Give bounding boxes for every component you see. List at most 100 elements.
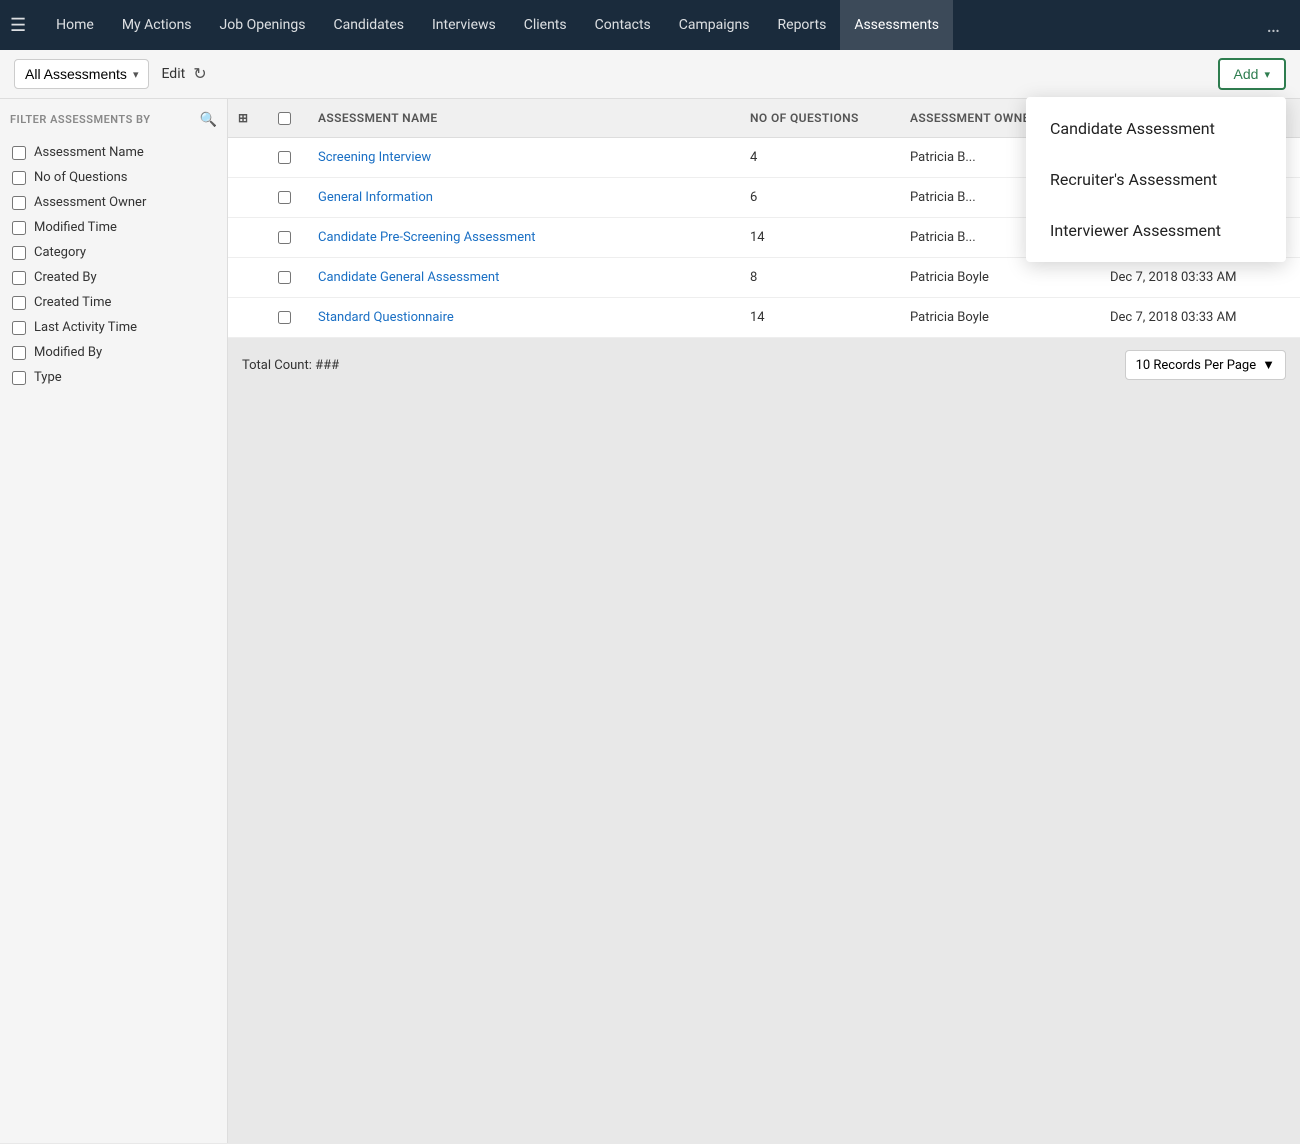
filter-assessment-owner[interactable]: Assessment Owner — [10, 190, 217, 215]
filter-assessment-owner-checkbox[interactable] — [12, 196, 26, 210]
nav-candidates[interactable]: Candidates — [319, 0, 418, 50]
row-name-1[interactable]: Screening Interview — [308, 138, 740, 177]
filter-last-activity-time-checkbox[interactable] — [12, 321, 26, 335]
nav-interviews[interactable]: Interviews — [418, 0, 510, 50]
sidebar: FILTER ASSESSMENTS BY 🔍 Assessment Name … — [0, 99, 228, 1143]
row-questions-1: 4 — [740, 138, 900, 177]
edit-link[interactable]: Edit — [161, 66, 185, 82]
filter-category[interactable]: Category — [10, 240, 217, 265]
add-candidate-assessment-item[interactable]: Candidate Assessment — [1026, 103, 1286, 154]
nav-more-button[interactable]: … — [1257, 13, 1290, 37]
add-button-chevron-icon — [1264, 68, 1270, 81]
nav-bar: ☰ Home My Actions Job Openings Candidate… — [0, 0, 1300, 50]
row-owner-5: Patricia Boyle — [900, 298, 1100, 337]
hamburger-icon[interactable]: ☰ — [10, 15, 26, 36]
nav-clients[interactable]: Clients — [510, 0, 581, 50]
row-checkbox-1[interactable] — [268, 138, 308, 177]
nav-job-openings[interactable]: Job Openings — [206, 0, 320, 50]
row-name-3[interactable]: Candidate Pre-Screening Assessment — [308, 218, 740, 257]
toolbar: All Assessments Edit ↻ Add — [0, 50, 1300, 99]
view-selector-label: All Assessments — [25, 66, 127, 82]
row-drag — [228, 178, 268, 217]
filter-modified-by-label: Modified By — [34, 345, 102, 360]
row-checkbox-4[interactable] — [268, 258, 308, 297]
add-dropdown-menu: Candidate Assessment Recruiter's Assessm… — [1026, 97, 1286, 262]
filter-created-by-checkbox[interactable] — [12, 271, 26, 285]
add-button-label: Add — [1234, 66, 1259, 82]
filter-created-by-label: Created By — [34, 270, 97, 285]
filter-modified-by-checkbox[interactable] — [12, 346, 26, 360]
filter-assessment-name-label: Assessment Name — [34, 145, 144, 160]
filter-assessment-name-checkbox[interactable] — [12, 146, 26, 160]
row-drag — [228, 298, 268, 337]
refresh-button[interactable]: ↻ — [193, 64, 206, 84]
select-all-checkbox[interactable] — [278, 112, 291, 125]
table-footer: Total Count: ### 10 Records Per Page ▼ — [228, 338, 1300, 392]
row-owner-4: Patricia Boyle — [900, 258, 1100, 297]
row-name-4[interactable]: Candidate General Assessment — [308, 258, 740, 297]
row-drag — [228, 258, 268, 297]
add-button[interactable]: Add — [1218, 58, 1286, 90]
filter-created-time[interactable]: Created Time — [10, 290, 217, 315]
row-name-5[interactable]: Standard Questionnaire — [308, 298, 740, 337]
row-modified-5: Dec 7, 2018 03:33 AM — [1100, 298, 1300, 337]
row-checkbox-3[interactable] — [268, 218, 308, 257]
row-questions-4: 8 — [740, 258, 900, 297]
th-assessment-name-label: ASSESSMENT NAME — [318, 111, 438, 125]
nav-assessments[interactable]: Assessments — [840, 0, 953, 50]
refresh-icon: ↻ — [193, 66, 206, 83]
filter-category-checkbox[interactable] — [12, 246, 26, 260]
filter-category-label: Category — [34, 245, 86, 260]
filter-last-activity-time[interactable]: Last Activity Time — [10, 315, 217, 340]
add-recruiter-assessment-item[interactable]: Recruiter's Assessment — [1026, 154, 1286, 205]
nav-my-actions[interactable]: My Actions — [108, 0, 206, 50]
table-row: Candidate General Assessment 8 Patricia … — [228, 258, 1300, 298]
th-grid-icon[interactable]: ⊞ — [228, 99, 268, 137]
row-drag — [228, 218, 268, 257]
records-per-page-label: 10 Records Per Page — [1136, 358, 1257, 373]
filter-type-label: Type — [34, 370, 62, 385]
row-questions-3: 14 — [740, 218, 900, 257]
filter-no-of-questions[interactable]: No of Questions — [10, 165, 217, 190]
filter-no-of-questions-checkbox[interactable] — [12, 171, 26, 185]
filter-type-checkbox[interactable] — [12, 371, 26, 385]
filter-modified-time-checkbox[interactable] — [12, 221, 26, 235]
filter-search-button[interactable]: 🔍 — [200, 111, 217, 128]
filter-modified-time-label: Modified Time — [34, 220, 117, 235]
nav-home[interactable]: Home — [42, 0, 108, 50]
nav-contacts[interactable]: Contacts — [581, 0, 665, 50]
filter-type[interactable]: Type — [10, 365, 217, 390]
filter-modified-time[interactable]: Modified Time — [10, 215, 217, 240]
view-selector-button[interactable]: All Assessments — [14, 59, 149, 89]
row-checkbox-2[interactable] — [268, 178, 308, 217]
th-no-of-questions-label: NO OF QUESTIONS — [750, 111, 859, 125]
row-checkbox-5[interactable] — [268, 298, 308, 337]
filter-header: FILTER ASSESSMENTS BY 🔍 — [10, 111, 217, 128]
filter-title: FILTER ASSESSMENTS BY — [10, 113, 151, 126]
th-select-all[interactable] — [268, 99, 308, 137]
filter-created-time-checkbox[interactable] — [12, 296, 26, 310]
search-icon: 🔍 — [200, 111, 217, 127]
records-per-page-selector[interactable]: 10 Records Per Page ▼ — [1125, 350, 1286, 380]
add-interviewer-assessment-item[interactable]: Interviewer Assessment — [1026, 205, 1286, 256]
row-questions-5: 14 — [740, 298, 900, 337]
row-drag — [228, 138, 268, 177]
columns-icon: ⊞ — [238, 111, 248, 125]
table-row: Standard Questionnaire 14 Patricia Boyle… — [228, 298, 1300, 338]
total-count-label: Total Count: ### — [242, 358, 339, 373]
row-questions-2: 6 — [740, 178, 900, 217]
filter-last-activity-time-label: Last Activity Time — [34, 320, 137, 335]
filter-assessment-owner-label: Assessment Owner — [34, 195, 146, 210]
filter-modified-by[interactable]: Modified By — [10, 340, 217, 365]
nav-campaigns[interactable]: Campaigns — [665, 0, 764, 50]
filter-assessment-name[interactable]: Assessment Name — [10, 140, 217, 165]
th-assessment-owner-label: ASSESSMENT OWNER — [910, 111, 1038, 125]
row-modified-4: Dec 7, 2018 03:33 AM — [1100, 258, 1300, 297]
th-assessment-name: ASSESSMENT NAME — [308, 99, 740, 137]
nav-reports[interactable]: Reports — [764, 0, 841, 50]
filter-no-of-questions-label: No of Questions — [34, 170, 128, 185]
filter-created-by[interactable]: Created By — [10, 265, 217, 290]
row-name-2[interactable]: General Information — [308, 178, 740, 217]
records-per-page-chevron-icon: ▼ — [1262, 357, 1275, 373]
th-no-of-questions: NO OF QUESTIONS — [740, 99, 900, 137]
